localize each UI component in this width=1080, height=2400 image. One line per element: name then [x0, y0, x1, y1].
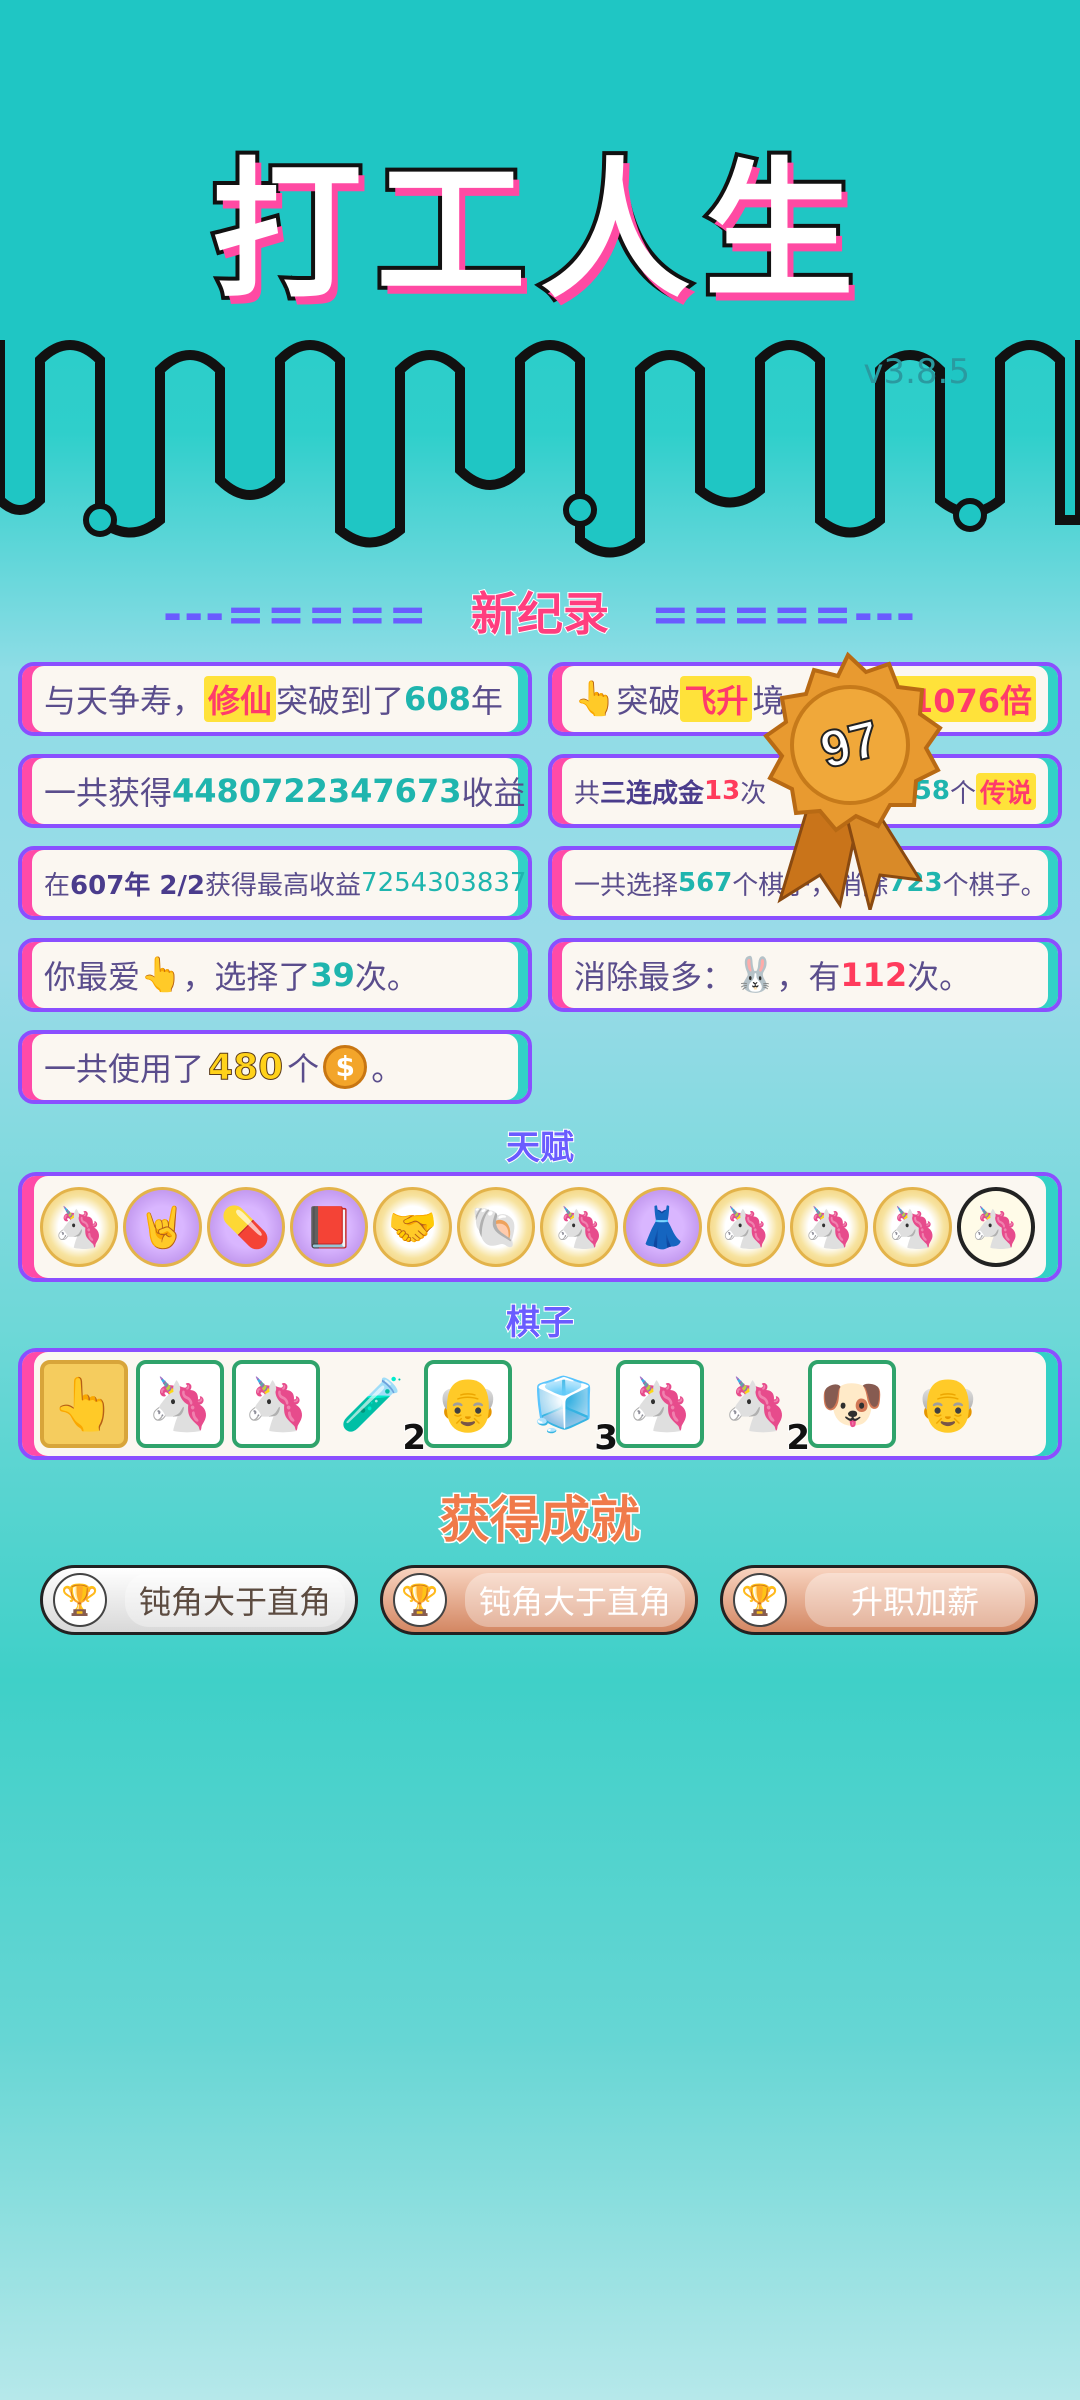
- green-bottle-icon[interactable]: 🧪 2: [328, 1360, 427, 1460]
- stat-card-total-income: 一共获得 4480722347673 收益: [18, 754, 532, 828]
- unicorn-icon[interactable]: 🦄: [873, 1187, 952, 1267]
- stat-text: 个棋子。: [942, 870, 1047, 901]
- coin-icon: $: [323, 1045, 368, 1089]
- stat-highlight: 传说: [975, 772, 1036, 810]
- score-medal-icon: 97: [763, 651, 943, 910]
- unicorn-icon[interactable]: 🦄: [706, 1187, 785, 1267]
- time-magazine-icon[interactable]: 📕: [289, 1187, 369, 1267]
- capsule-icon[interactable]: 💊: [206, 1187, 285, 1267]
- stat-number: 725430383708: [361, 868, 528, 898]
- stat-number: 4480722347673: [172, 772, 462, 810]
- stat-text: 突破: [616, 682, 681, 720]
- stat-text: 收益: [461, 774, 526, 812]
- achievement-label: 钝角大于直角: [125, 1573, 345, 1627]
- unicorn-icon[interactable]: 🦄: [539, 1187, 619, 1267]
- stat-card-coins-used: 一共使用了 480 个 $ 。: [18, 1030, 532, 1104]
- stat-text: 一共使用了: [44, 1050, 205, 1088]
- record-title-label: 新纪录: [470, 586, 610, 642]
- stat-text: 。: [371, 1050, 404, 1088]
- stat-highlight: 飞升: [680, 676, 753, 722]
- stat-card-max-income: 在 607年 2/2 获得最高收益 725430383708: [18, 846, 532, 920]
- stat-text: 年: [470, 682, 503, 720]
- stat-text: 共: [574, 778, 601, 809]
- stat-text: 消除最多：: [574, 958, 735, 996]
- stat-text: 突破到了: [276, 682, 405, 720]
- unicorn-icon[interactable]: 🦄 2: [712, 1360, 811, 1460]
- stat-text: 获得最高收益: [205, 870, 362, 901]
- game-title: 打工人生: [208, 141, 868, 323]
- skirt-icon[interactable]: 👗: [623, 1187, 702, 1267]
- version-label: v3.8.5: [863, 352, 970, 392]
- achievement-label: 升职加薪: [805, 1573, 1025, 1627]
- unicorn-icon[interactable]: 🦄: [136, 1360, 224, 1448]
- achievements-title: 获得成就: [439, 1490, 642, 1551]
- stat-card-favorite: 你最爱 👆 ，选择了 39 次。: [18, 938, 532, 1012]
- stat-text: 你最爱: [44, 958, 141, 996]
- pieces-label: 棋子: [505, 1302, 575, 1344]
- stat-text: 在: [44, 870, 71, 901]
- achievement-badge[interactable]: 🏆 钝角大于直角: [40, 1565, 358, 1635]
- new-record-heading: ---===== 新纪录 =====---: [0, 578, 1080, 644]
- stat-bold: 三连成金: [600, 778, 705, 809]
- record-dashes-right: =====---: [651, 587, 918, 641]
- shell-icon[interactable]: 🐚: [456, 1187, 535, 1267]
- unicorn-icon[interactable]: 🦄: [232, 1360, 320, 1448]
- pieces-strip: 👆 🦄 🦄 🧪 2 👴 🧊 3 🦄 🦄 2 🐶 👴: [18, 1348, 1062, 1460]
- stat-text: 一共选择: [574, 870, 679, 901]
- unicorn-icon[interactable]: 🦄: [789, 1187, 869, 1267]
- trophy-icon: 🏆: [53, 1573, 107, 1627]
- achievement-badge[interactable]: 🏆 升职加薪: [720, 1565, 1038, 1635]
- stat-number: 13: [704, 776, 741, 806]
- stat-text: 次。: [354, 958, 419, 996]
- crowned-dog-icon[interactable]: 🐶: [808, 1360, 896, 1448]
- rabbit-icon: 🐰: [734, 955, 777, 995]
- piece-count: 2: [401, 1417, 427, 1459]
- unicorn-icon[interactable]: 🦄: [40, 1187, 119, 1267]
- unicorn-icon[interactable]: 🦄: [616, 1360, 704, 1448]
- stat-text: ，有: [776, 958, 841, 996]
- ice-machine-icon[interactable]: 🧊 3: [520, 1360, 619, 1460]
- stat-number: 112: [840, 956, 908, 994]
- pointing-hand-icon: 👆: [574, 679, 617, 719]
- piece-count: 2: [785, 1417, 811, 1459]
- rock-hand-icon[interactable]: 🤘: [123, 1187, 202, 1267]
- talents-strip: 🦄 🤘 💊 📕 🤝 🐚 🦄 👗 🦄 🦄 🦄 🦄: [18, 1172, 1062, 1282]
- stat-text: 与天争寿，: [44, 682, 205, 720]
- handshake-icon[interactable]: 🤝: [373, 1187, 452, 1267]
- stat-text: 次。: [907, 958, 972, 996]
- pointing-hand-icon[interactable]: 👆: [40, 1360, 128, 1448]
- stat-text: 个: [287, 1050, 320, 1088]
- record-dashes-left: ---=====: [162, 587, 429, 641]
- stat-text: 一共获得: [44, 774, 173, 812]
- pointing-hand-icon: 👆: [140, 955, 183, 995]
- stat-number: 480: [208, 1046, 284, 1088]
- piece-count: 3: [593, 1417, 619, 1459]
- old-man-glasses-icon[interactable]: 👴: [424, 1360, 512, 1448]
- achievement-label: 钝角大于直角: [465, 1573, 685, 1627]
- stat-bold: 607年 2/2: [70, 870, 206, 901]
- stat-text: ，选择了: [182, 958, 311, 996]
- stat-card-cultivation: 与天争寿， 修仙 突破到了 608 年: [18, 662, 532, 736]
- stat-number: 39: [310, 956, 355, 994]
- stat-number: 567: [678, 868, 733, 898]
- unicorn-icon[interactable]: 🦄: [956, 1187, 1035, 1267]
- stat-number: 608: [404, 680, 471, 718]
- trophy-icon: 🏆: [733, 1573, 787, 1627]
- old-man-icon[interactable]: 👴: [904, 1360, 992, 1448]
- achievement-badge[interactable]: 🏆 钝角大于直角: [380, 1565, 698, 1635]
- stat-card-most-removed: 消除最多： 🐰 ，有 112 次。: [548, 938, 1062, 1012]
- stat-highlight: 修仙: [204, 676, 277, 722]
- talents-label: 天赋: [505, 1127, 575, 1169]
- trophy-icon: 🏆: [393, 1573, 447, 1627]
- stat-text: 个: [949, 778, 976, 809]
